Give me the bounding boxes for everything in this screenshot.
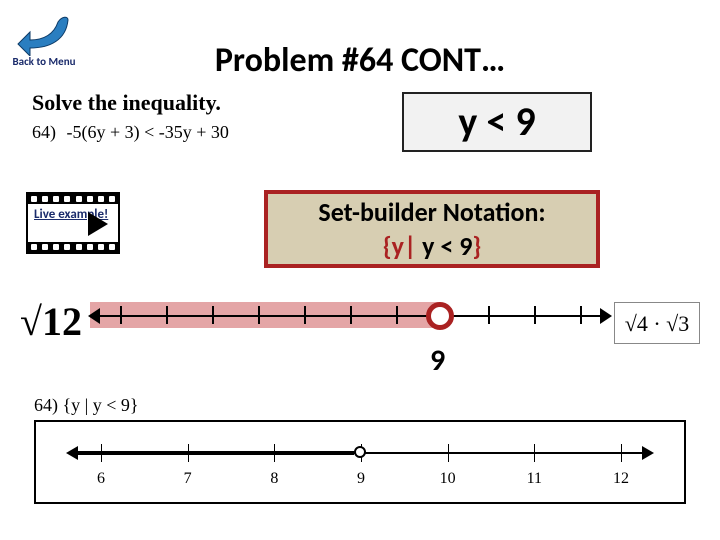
tick-mark — [212, 306, 214, 324]
tick-mark — [621, 444, 622, 462]
tick-mark — [448, 444, 449, 462]
open-circle-marker — [426, 302, 454, 330]
filmstrip-icon — [28, 194, 118, 204]
set-builder-title: Set-builder Notation: — [268, 196, 596, 228]
tick-mark — [120, 306, 122, 324]
sqrt-12: √12 — [20, 298, 82, 345]
tick-label: 9 — [357, 470, 365, 488]
tick-mark — [580, 306, 582, 324]
live-example-button[interactable]: Live example! — [26, 192, 120, 254]
tick-label: 8 — [270, 470, 278, 488]
number-line-highlighted: 9 — [90, 288, 610, 348]
tick-mark — [166, 306, 168, 324]
tick-mark — [350, 306, 352, 324]
set-builder-expression: {y| y < 9} — [268, 230, 596, 262]
set-builder-box: Set-builder Notation: {y| y < 9} — [264, 190, 600, 268]
answer-box: y < 9 — [402, 92, 592, 152]
sqrt-4-times-sqrt-3: √4 · √3 — [614, 302, 700, 344]
number-line-label-9: 9 — [430, 342, 445, 379]
open-circle-marker — [354, 446, 366, 458]
number-line-box: 6 7 8 9 10 11 12 — [34, 420, 686, 504]
solution-ray — [76, 451, 354, 455]
arrow-left-icon — [88, 308, 100, 324]
solve-block: Solve the inequality. 64) -5(6y + 3) < -… — [32, 90, 229, 143]
tick-mark — [488, 306, 490, 324]
solve-heading: Solve the inequality. — [32, 90, 229, 116]
tick-mark — [258, 306, 260, 324]
tick-mark — [534, 444, 535, 462]
tick-label: 6 — [97, 470, 105, 488]
arrow-right-icon — [642, 446, 654, 460]
tick-mark — [396, 306, 398, 324]
tick-mark — [304, 306, 306, 324]
tick-label: 7 — [184, 470, 192, 488]
problem-expression: 64) -5(6y + 3) < -35y + 30 — [32, 122, 229, 143]
answer-set-builder-text: 64) {y | y < 9} — [34, 395, 139, 416]
tick-label: 12 — [613, 470, 629, 488]
tick-label: 11 — [527, 470, 542, 488]
tick-mark — [534, 306, 536, 324]
page-title: Problem #64 CONT… — [0, 40, 720, 81]
play-icon — [88, 212, 108, 236]
tick-label: 10 — [440, 470, 456, 488]
arrow-right-icon — [600, 308, 612, 324]
